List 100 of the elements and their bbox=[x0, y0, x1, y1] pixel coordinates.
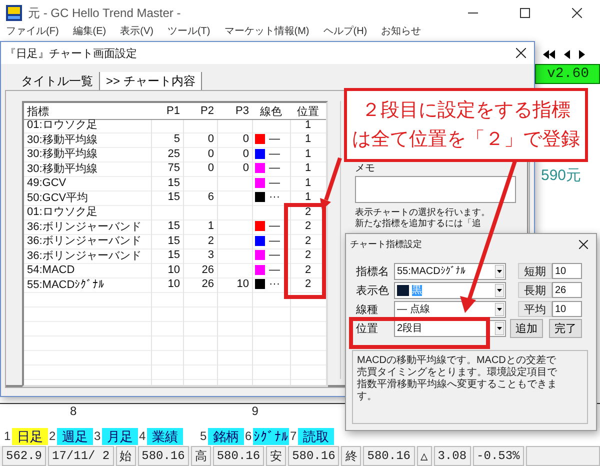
axis-label: 9 bbox=[252, 404, 258, 420]
table-cell-text: 0 bbox=[242, 132, 250, 146]
table-cell-text: 36:ボリンジャーバンド bbox=[26, 248, 142, 262]
field-label: 表示色 bbox=[356, 284, 390, 298]
table-cell-text: 54:MACD bbox=[26, 262, 76, 277]
table-cell-text: 30:移動平均線 bbox=[26, 132, 98, 146]
line-style: — bbox=[269, 162, 280, 174]
arrow bbox=[320, 157, 342, 210]
chart-tab[interactable]: 週足 bbox=[57, 428, 93, 444]
status-cell: 安 bbox=[266, 446, 286, 466]
menu-item[interactable]: ヘルプ(H) bbox=[323, 26, 368, 38]
dropdown[interactable]: — 点線 bbox=[394, 300, 506, 318]
axis-label: 8 bbox=[70, 404, 77, 420]
close-icon[interactable] bbox=[579, 240, 588, 248]
memo-field[interactable] bbox=[355, 176, 516, 203]
table-cell-text: 1 bbox=[206, 219, 215, 234]
table-cell-text: 0 bbox=[242, 161, 250, 176]
table-cell-text: 25 bbox=[166, 146, 181, 161]
tab-number: 6 bbox=[245, 429, 252, 443]
app-logo-icon bbox=[6, 5, 22, 21]
status-cell: 580.16 bbox=[363, 446, 414, 466]
table-cell-text: 6 bbox=[206, 190, 215, 204]
menu-item[interactable]: ツール(T) bbox=[167, 26, 210, 38]
callout-text: は全て位置を「２」で登録 bbox=[352, 128, 580, 152]
table-cell-text: 49:GCV bbox=[26, 176, 68, 190]
param-label: 平均 bbox=[518, 301, 552, 317]
chart-tab[interactable]: 業績 bbox=[147, 428, 183, 444]
status-cell: 終 bbox=[341, 446, 362, 466]
line-style: — bbox=[269, 264, 280, 276]
table-cell-text: 36:ボリンジャーバンド bbox=[26, 220, 142, 234]
column-header[interactable]: P2 bbox=[183, 103, 217, 120]
line-style: — bbox=[269, 220, 280, 232]
status-cell: 580.16 bbox=[138, 446, 189, 466]
chart-tab[interactable]: 銘柄 bbox=[208, 428, 244, 444]
line-style: — bbox=[269, 176, 280, 189]
table-cell-text: 2 bbox=[304, 204, 312, 219]
chart-tab[interactable]: ｼｸﾞﾅﾙ bbox=[253, 428, 289, 444]
tab-number: 7 bbox=[290, 429, 297, 443]
status-cell: 高 bbox=[190, 446, 211, 466]
rewind-icon[interactable] bbox=[543, 50, 555, 58]
table-cell-text: 30:移動平均線 bbox=[26, 162, 98, 176]
table-cell-text: 3 bbox=[206, 248, 215, 262]
param-input[interactable]: 10 bbox=[552, 301, 582, 317]
column-header[interactable]: 線色 bbox=[252, 103, 290, 120]
table-cell-text: 50:GCV平均 bbox=[26, 190, 90, 204]
line-style: ··· bbox=[269, 278, 280, 290]
table-cell-text: 1 bbox=[304, 190, 312, 204]
menu-item[interactable]: 表示(V) bbox=[120, 26, 154, 38]
previous-icon[interactable] bbox=[564, 50, 570, 58]
dialog-title: チャート指標設定 bbox=[350, 238, 422, 250]
table-cell-text: 2 bbox=[304, 219, 312, 234]
table-cell-text: 0 bbox=[242, 146, 250, 161]
chart-tab[interactable]: 日足 bbox=[12, 428, 48, 444]
table-cell-text: 5 bbox=[172, 132, 181, 146]
table-cell-text: 75 bbox=[166, 161, 181, 176]
table-cell-text: 10 bbox=[236, 277, 250, 292]
menu-item[interactable]: マーケット情報(M) bbox=[224, 26, 310, 38]
menu-item[interactable]: 編集(E) bbox=[72, 26, 106, 38]
status-cell: 580.16 bbox=[212, 446, 264, 466]
table-cell-text: 15 bbox=[166, 176, 181, 190]
dropdown-caret-icon[interactable] bbox=[495, 264, 504, 278]
dropdown-caret-icon[interactable] bbox=[495, 302, 504, 316]
table-cell-text: 10 bbox=[166, 277, 181, 292]
param-input[interactable]: 26 bbox=[552, 282, 582, 298]
dropdown-caret-icon[interactable] bbox=[495, 284, 504, 296]
memo-label: メモ bbox=[355, 163, 375, 174]
price-label: 590元 bbox=[540, 166, 582, 185]
close-icon[interactable] bbox=[516, 48, 526, 58]
table-cell-text: 2 bbox=[304, 234, 312, 248]
chart-tab[interactable]: 読取 bbox=[298, 428, 334, 444]
column-header[interactable]: P3 bbox=[217, 103, 252, 120]
table-cell-text: 26 bbox=[200, 262, 215, 277]
column-header[interactable]: 位置 bbox=[290, 103, 326, 120]
dropdown-caret-icon[interactable] bbox=[495, 322, 504, 334]
table-cell-text: 15 bbox=[166, 248, 181, 262]
column-header[interactable]: 指標 bbox=[24, 103, 151, 120]
dropdown[interactable]: 55:MACDｼｸﾞﾅﾙ bbox=[394, 262, 506, 280]
status-cell: 17/11/ 2 bbox=[48, 446, 114, 466]
table-cell-text: 36:ボリンジャーバンド bbox=[26, 234, 142, 248]
close-icon[interactable] bbox=[572, 8, 582, 18]
tab-number: 1 bbox=[4, 429, 11, 443]
menu-item[interactable]: ファイル(F) bbox=[6, 26, 59, 38]
tab[interactable]: >> チャート内容 bbox=[100, 72, 202, 90]
param-input[interactable]: 10 bbox=[552, 263, 582, 279]
param-label: 短期 bbox=[518, 263, 552, 279]
table-cell-text: 30:移動平均線 bbox=[26, 147, 98, 161]
line-style: — bbox=[269, 148, 280, 160]
dialog-button[interactable]: 完了 bbox=[549, 318, 582, 338]
table-cell-text: 55:MACDｼｸﾞﾅﾙ bbox=[26, 278, 106, 292]
field-label: 位置 bbox=[356, 322, 379, 336]
table-cell-text: 15 bbox=[166, 219, 181, 234]
maximize-icon[interactable] bbox=[520, 8, 530, 18]
status-cell: -0.53% bbox=[472, 446, 524, 466]
chart-tab[interactable]: 月足 bbox=[102, 428, 138, 444]
table-cell-text: 15 bbox=[166, 190, 181, 204]
next-icon[interactable] bbox=[579, 50, 585, 58]
table-cell-text: 1 bbox=[304, 161, 312, 176]
column-header[interactable]: P1 bbox=[151, 103, 183, 120]
dialog-button[interactable]: 追加 bbox=[510, 318, 543, 338]
menu-item[interactable]: お知らせ bbox=[381, 26, 422, 38]
